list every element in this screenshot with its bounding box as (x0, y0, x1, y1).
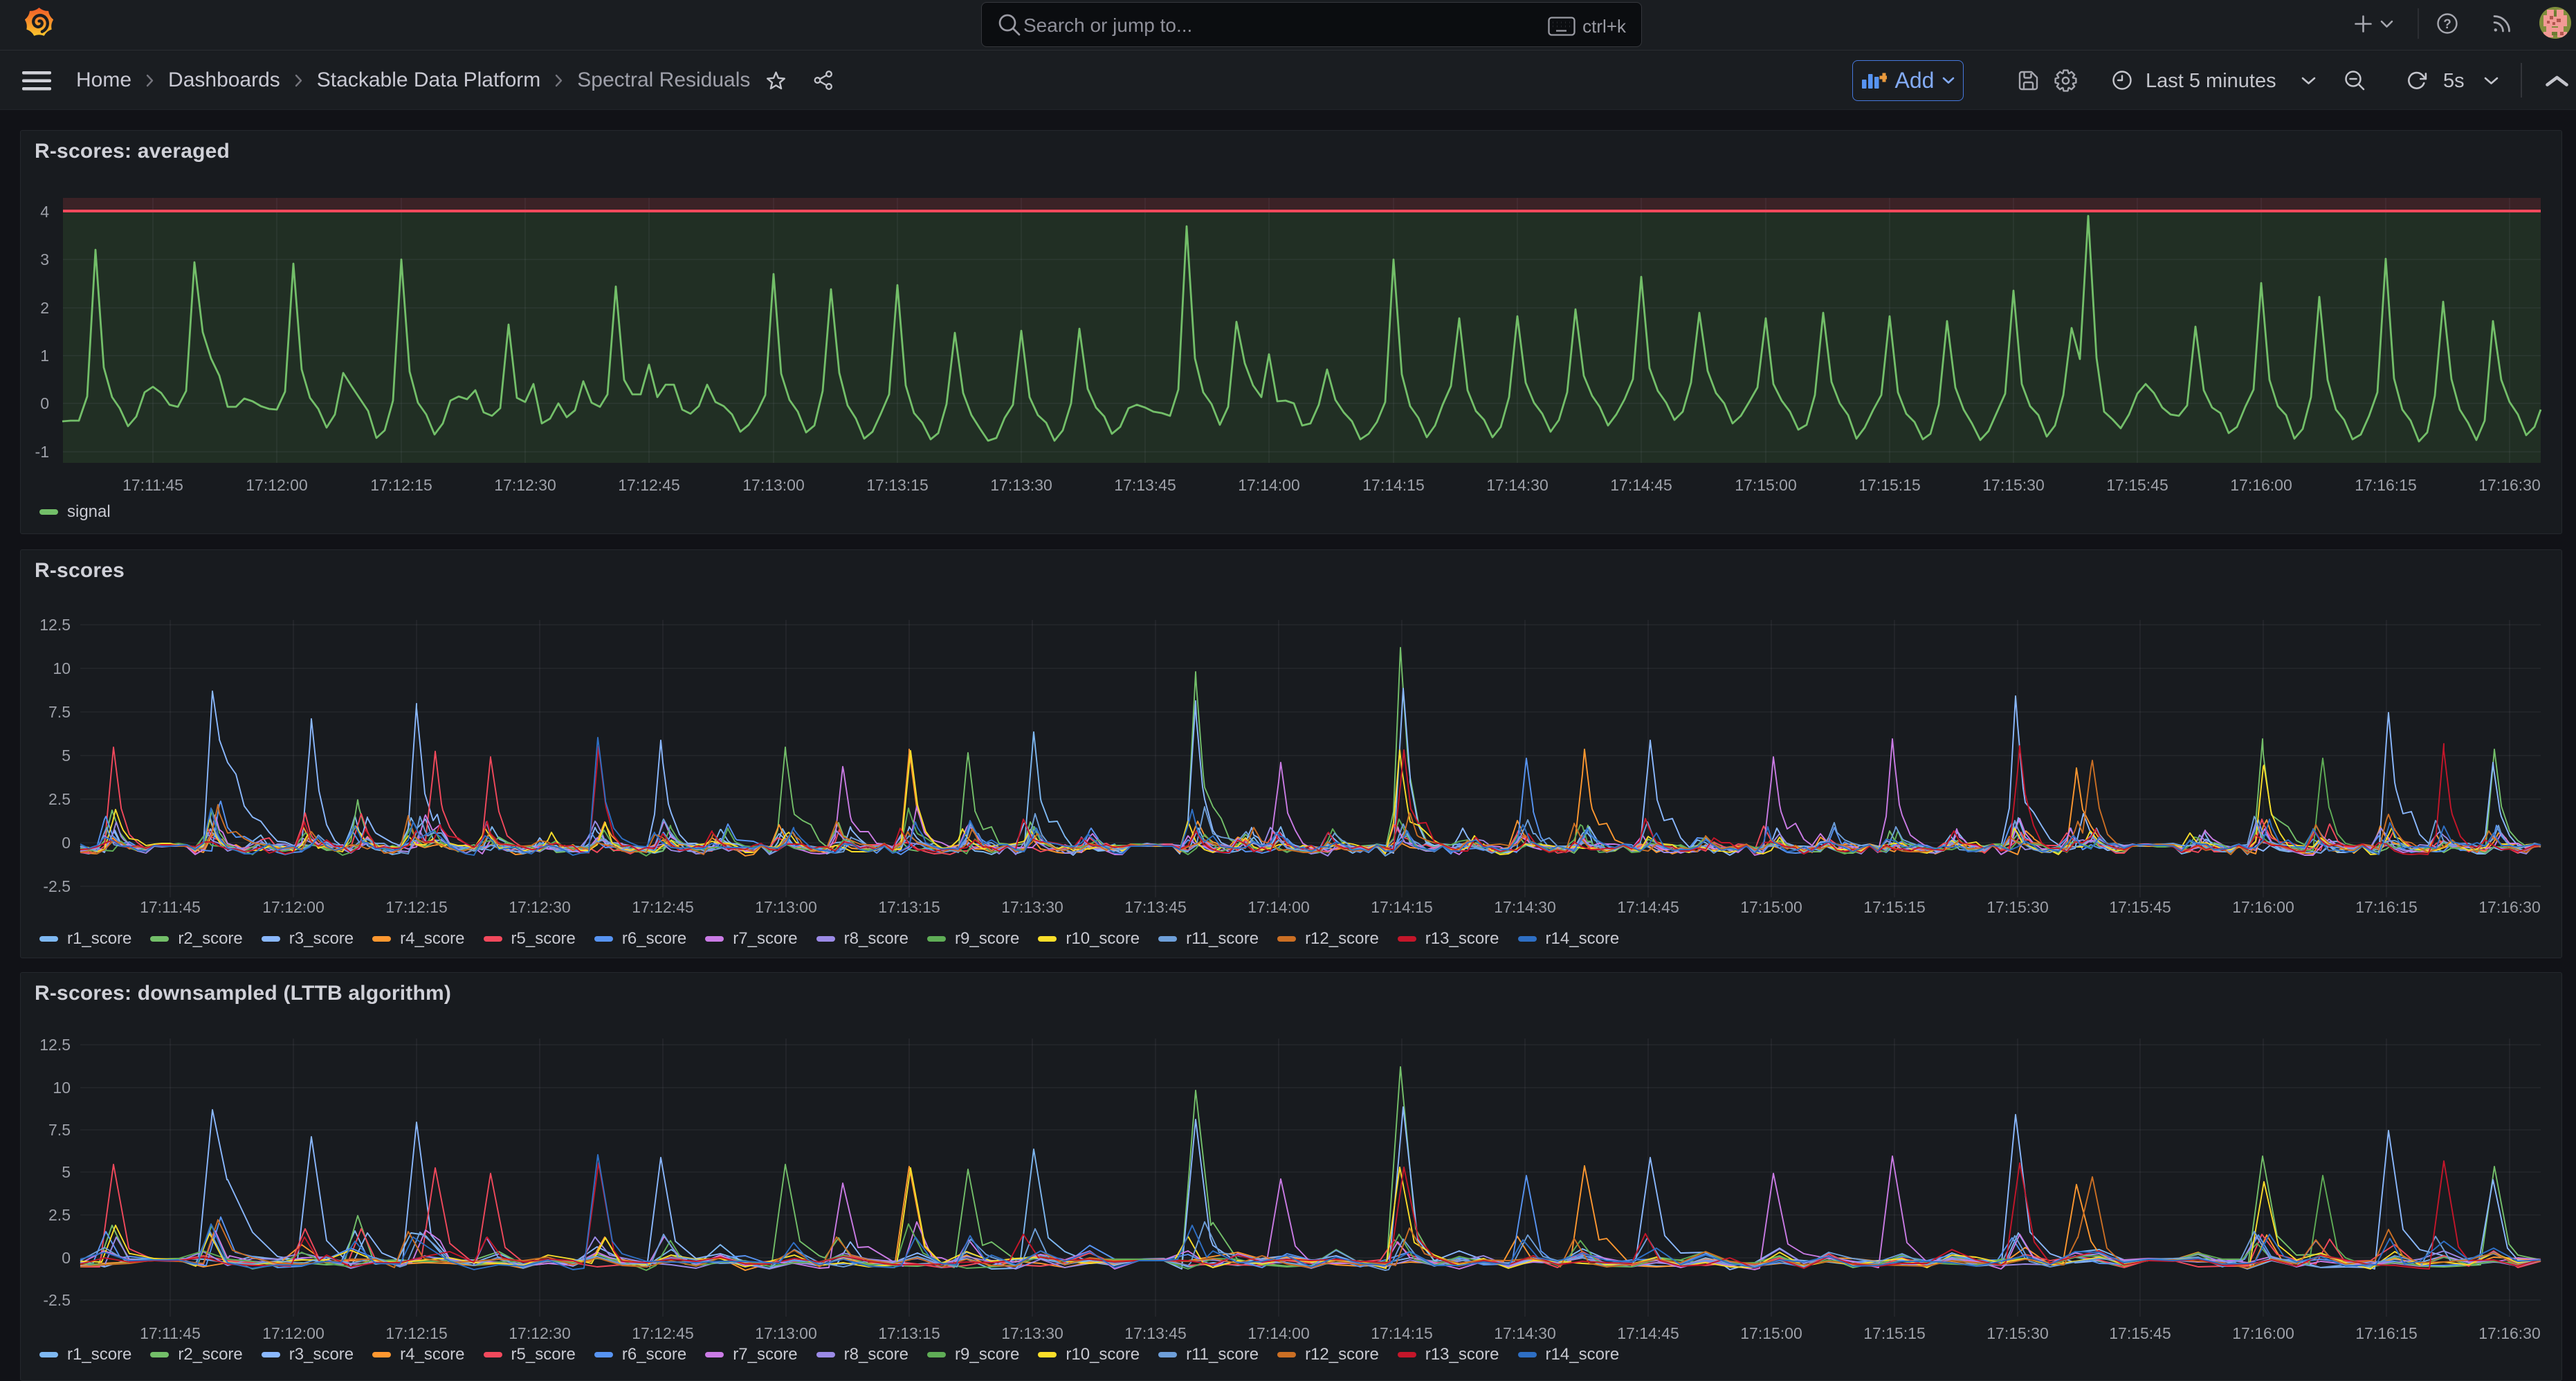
svg-text:-1: -1 (35, 443, 49, 461)
svg-text:17:16:15: 17:16:15 (2355, 1324, 2418, 1342)
svg-text:0: 0 (62, 834, 71, 852)
svg-text:17:16:30: 17:16:30 (2478, 1324, 2541, 1342)
svg-text:12.5: 12.5 (39, 616, 71, 634)
svg-text:17:15:00: 17:15:00 (1740, 1324, 1802, 1342)
svg-text:2.5: 2.5 (48, 790, 71, 808)
svg-text:17:13:30: 17:13:30 (1001, 1324, 1063, 1342)
svg-text:10: 10 (53, 659, 71, 677)
svg-text:17:15:00: 17:15:00 (1735, 476, 1797, 494)
svg-text:17:15:45: 17:15:45 (2109, 898, 2171, 916)
svg-text:17:12:30: 17:12:30 (509, 1324, 571, 1342)
svg-text:17:12:00: 17:12:00 (246, 476, 308, 494)
svg-text:17:12:30: 17:12:30 (494, 476, 556, 494)
svg-text:17:15:45: 17:15:45 (2106, 476, 2168, 494)
svg-text:5: 5 (62, 1163, 71, 1181)
svg-text:17:12:45: 17:12:45 (632, 1324, 694, 1342)
svg-text:17:13:15: 17:13:15 (878, 898, 940, 916)
svg-text:17:13:00: 17:13:00 (755, 1324, 817, 1342)
svg-text:17:15:15: 17:15:15 (1858, 476, 1921, 494)
svg-text:17:15:45: 17:15:45 (2109, 1324, 2171, 1342)
svg-text:17:13:00: 17:13:00 (755, 898, 817, 916)
svg-text:17:16:15: 17:16:15 (2355, 476, 2417, 494)
svg-text:17:14:45: 17:14:45 (1617, 898, 1679, 916)
svg-text:17:13:45: 17:13:45 (1114, 476, 1176, 494)
svg-text:17:16:00: 17:16:00 (2230, 476, 2292, 494)
svg-text:17:12:00: 17:12:00 (262, 1324, 325, 1342)
svg-text:17:12:45: 17:12:45 (618, 476, 680, 494)
svg-text:17:14:15: 17:14:15 (1371, 1324, 1433, 1342)
svg-text:17:14:00: 17:14:00 (1248, 1324, 1310, 1342)
svg-text:17:12:15: 17:12:15 (385, 1324, 448, 1342)
svg-text:17:14:00: 17:14:00 (1238, 476, 1300, 494)
svg-text:0: 0 (40, 394, 49, 412)
svg-text:17:13:30: 17:13:30 (990, 476, 1052, 494)
svg-text:17:11:45: 17:11:45 (140, 1324, 201, 1342)
svg-text:17:15:15: 17:15:15 (1863, 898, 1926, 916)
svg-text:17:13:45: 17:13:45 (1124, 898, 1187, 916)
svg-text:17:15:30: 17:15:30 (1982, 476, 2045, 494)
svg-text:17:14:45: 17:14:45 (1617, 1324, 1679, 1342)
svg-text:17:14:15: 17:14:15 (1362, 476, 1425, 494)
svg-text:3: 3 (40, 250, 49, 268)
svg-text:17:14:00: 17:14:00 (1248, 898, 1310, 916)
svg-text:-2.5: -2.5 (43, 877, 71, 895)
svg-text:17:15:30: 17:15:30 (1986, 1324, 2049, 1342)
svg-text:17:16:30: 17:16:30 (2478, 898, 2541, 916)
svg-text:17:14:30: 17:14:30 (1494, 1324, 1556, 1342)
svg-text:0: 0 (62, 1249, 71, 1267)
svg-text:17:14:30: 17:14:30 (1494, 898, 1556, 916)
svg-text:7.5: 7.5 (48, 703, 71, 721)
svg-text:17:12:45: 17:12:45 (632, 898, 694, 916)
svg-text:17:12:30: 17:12:30 (509, 898, 571, 916)
svg-text:2.5: 2.5 (48, 1206, 71, 1224)
svg-text:-2.5: -2.5 (43, 1291, 71, 1309)
svg-text:17:13:30: 17:13:30 (1001, 898, 1063, 916)
svg-text:17:12:15: 17:12:15 (385, 898, 448, 916)
svg-text:17:16:15: 17:16:15 (2355, 898, 2418, 916)
svg-text:17:14:15: 17:14:15 (1371, 898, 1433, 916)
svg-text:12.5: 12.5 (39, 1036, 71, 1054)
svg-text:17:16:00: 17:16:00 (2232, 1324, 2294, 1342)
svg-text:2: 2 (40, 299, 49, 317)
svg-text:4: 4 (40, 203, 49, 221)
svg-text:17:14:45: 17:14:45 (1610, 476, 1672, 494)
svg-text:17:13:00: 17:13:00 (742, 476, 805, 494)
svg-text:17:13:15: 17:13:15 (866, 476, 929, 494)
svg-text:17:15:30: 17:15:30 (1986, 898, 2049, 916)
svg-text:17:13:45: 17:13:45 (1124, 1324, 1187, 1342)
svg-text:10: 10 (53, 1079, 71, 1097)
svg-text:7.5: 7.5 (48, 1121, 71, 1139)
svg-text:17:14:30: 17:14:30 (1486, 476, 1549, 494)
svg-text:?: ? (2443, 17, 2451, 32)
svg-text:17:12:00: 17:12:00 (262, 898, 325, 916)
svg-text:17:16:00: 17:16:00 (2232, 898, 2294, 916)
svg-text:17:11:45: 17:11:45 (140, 898, 201, 916)
svg-text:17:12:15: 17:12:15 (370, 476, 432, 494)
svg-text:1: 1 (40, 347, 49, 365)
svg-text:17:13:15: 17:13:15 (878, 1324, 940, 1342)
svg-text:5: 5 (62, 747, 71, 765)
svg-text:17:11:45: 17:11:45 (122, 476, 183, 494)
svg-text:17:15:00: 17:15:00 (1740, 898, 1802, 916)
svg-text:17:16:30: 17:16:30 (2478, 476, 2541, 494)
svg-text:17:15:15: 17:15:15 (1863, 1324, 1926, 1342)
